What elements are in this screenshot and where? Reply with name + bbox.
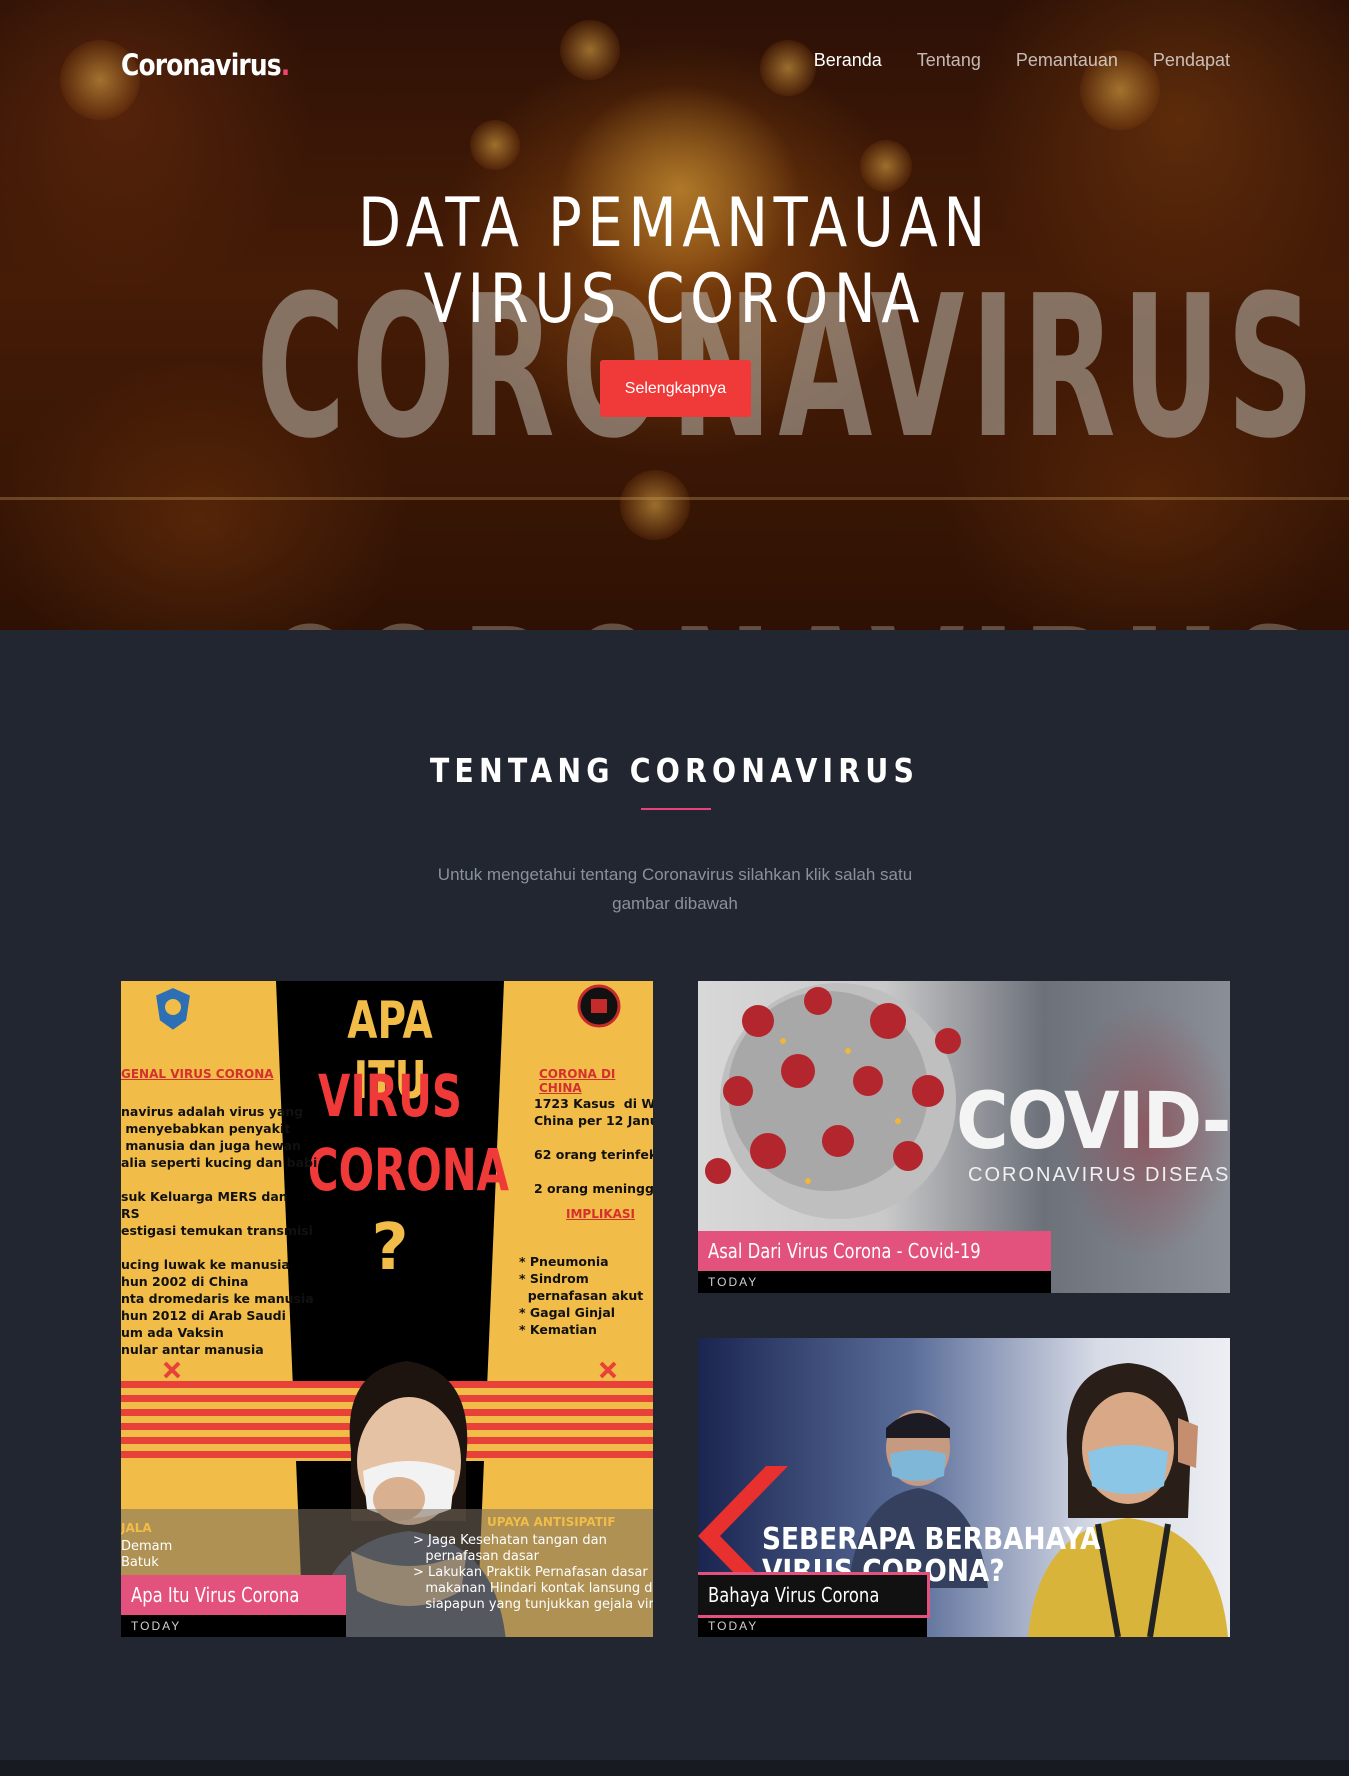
card-asal-virus-corona[interactable]: COVID-1 CORONAVIRUS DISEASE 2 Asal Dari … — [698, 981, 1230, 1293]
card-date: TODAY — [698, 1615, 927, 1637]
poster-heading-corona: CORONA — [307, 1136, 510, 1204]
poster-implikasi-text: * Pneumonia * Sindrom pernafasan akut * … — [519, 1254, 644, 1337]
poster-right-text: 1723 Kasus di Wuh China per 12 Januar 62… — [534, 1096, 653, 1196]
brand-text: Coronavirus — [121, 48, 282, 82]
poster-gejala-title: JALA — [121, 1521, 152, 1535]
cross-icon — [599, 1361, 617, 1379]
police-emblem-icon — [153, 985, 193, 1033]
covid-subline: CORONAVIRUS DISEASE 2 — [968, 1164, 1230, 1186]
nav-item-tentang[interactable]: Tentang — [917, 50, 981, 71]
card-title[interactable]: Asal Dari Virus Corona - Covid-19 — [698, 1231, 1051, 1271]
card-title[interactable]: Apa Itu Virus Corona — [121, 1575, 347, 1615]
selengkapnya-button[interactable]: Selengkapnya — [600, 360, 751, 417]
main-nav: Beranda Tentang Pemantauan Pendapat — [814, 50, 1230, 71]
hero-title-line1: DATA PEMANTAUAN — [358, 184, 991, 263]
cross-icon — [163, 1361, 181, 1379]
poster-left-title: GENAL VIRUS CORONA — [121, 1067, 274, 1081]
nav-item-beranda[interactable]: Beranda — [814, 50, 882, 71]
section-title: TENTANG CORONAVIRUS — [429, 751, 920, 790]
section-description: Untuk mengetahui tentang Coronavirus sil… — [437, 865, 913, 913]
card-date: TODAY — [698, 1271, 1051, 1293]
card-bahaya-virus-corona[interactable]: SEBERAPA BERBAHAYA VIRUS CORONA? Bahaya … — [698, 1338, 1230, 1637]
hero-title-line2: VIRUS CORONA — [423, 260, 926, 339]
poster-upaya-text: > Jaga Kesehatan tangan dan pernafasan d… — [413, 1533, 653, 1612]
nav-item-pemantauan[interactable]: Pemantauan — [1016, 50, 1118, 71]
footer-strip — [0, 1760, 1349, 1776]
poster-left-text: navirus adalah virus yang menyebabkan pe… — [121, 1104, 318, 1357]
hero-title: DATA PEMANTAUAN VIRUS CORONA — [121, 186, 1227, 338]
card-title-text: Bahaya Virus Corona — [708, 1583, 880, 1607]
card-apa-itu-virus-corona[interactable]: APA ITU VIRUS CORONA ? GENAL VIRUS CORONA… — [121, 981, 653, 1637]
coronavirus-3d-illustration — [705, 983, 961, 1219]
poster-implikasi-title: IMPLIKASI — [566, 1207, 636, 1221]
brand-logo[interactable]: Coronavirus. — [121, 48, 290, 82]
covid-headline: COVID-1 — [956, 1077, 1230, 1167]
agency-seal-icon — [577, 984, 621, 1028]
masked-woman-illustration — [1028, 1363, 1228, 1637]
card-title[interactable]: Bahaya Virus Corona — [698, 1572, 930, 1618]
brand-dot: . — [280, 48, 290, 82]
poster-right-title: CORONA DI CHINA — [539, 1067, 616, 1095]
nav-item-pendapat[interactable]: Pendapat — [1153, 50, 1230, 71]
poster-upaya-title: UPAYA ANTISIPATIF — [487, 1515, 616, 1529]
section-title-underline — [641, 808, 711, 810]
card-caption: Apa Itu Virus Corona TODAY — [121, 1575, 347, 1637]
hero-section: CORONAVIRUS CORONAVIRUS Coronavirus. Ber… — [0, 0, 1349, 630]
card-date: TODAY — [121, 1615, 347, 1637]
poster-heading-virus-corona: VIRUS CORONA — [308, 1059, 509, 1207]
card-caption: Bahaya Virus Corona TODAY — [698, 1572, 930, 1637]
card-title-text: Apa Itu Virus Corona — [131, 1583, 300, 1607]
card-title-text: Asal Dari Virus Corona - Covid-19 — [708, 1239, 981, 1263]
poster-gejala-text: Demam Batuk — [121, 1539, 173, 1570]
card-caption: Asal Dari Virus Corona - Covid-19 TODAY — [698, 1231, 1051, 1293]
poster-heading-virus: VIRUS — [318, 1062, 462, 1130]
